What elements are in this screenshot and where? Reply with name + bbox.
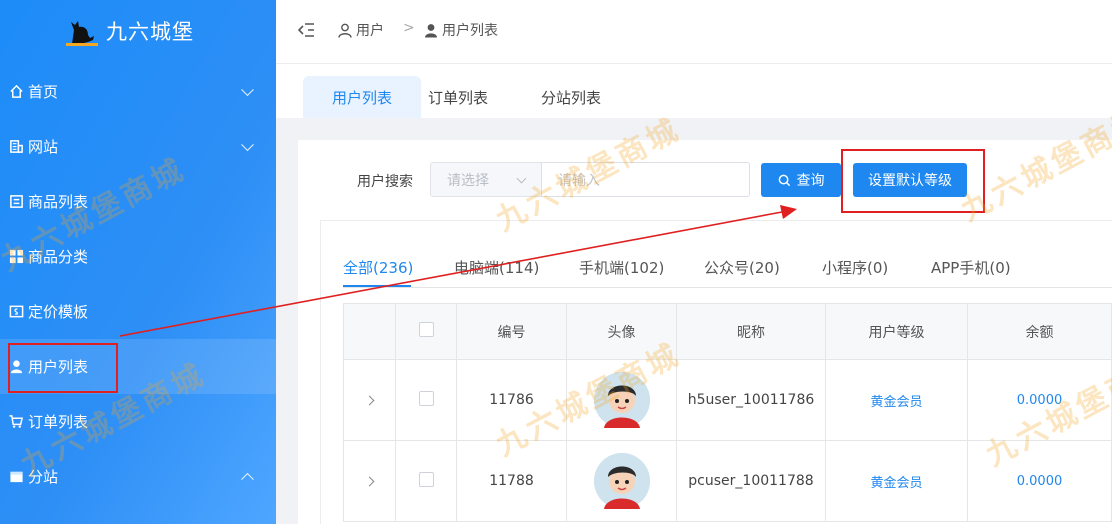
tab-bar: 用户列表 订单列表 分站列表 <box>276 64 1112 118</box>
cart-icon <box>7 413 25 431</box>
input-placeholder: 请输入 <box>558 172 600 189</box>
user-table: 编号 头像 昵称 用户等级 余额 11786 h5user_10011786 黄… <box>343 303 1112 522</box>
table-row: 11786 h5user_10011786 黄金会员 0.0000 <box>343 359 1112 441</box>
search-label: 用户搜索 <box>357 174 413 190</box>
table-row: 11788 pcuser_10011788 黄金会员 0.0000 <box>343 440 1112 522</box>
sidebar-item-label: 订单列表 <box>28 413 89 431</box>
search-type-select[interactable]: 请选择 <box>430 162 542 197</box>
column-id: 编号 <box>456 303 567 360</box>
sidebar-item-pricing-template[interactable]: 定价模板 <box>0 284 276 339</box>
select-placeholder: 请选择 <box>447 172 489 189</box>
sidebar-item-product-category[interactable]: 商品分类 <box>0 229 276 284</box>
grid-icon <box>7 248 25 266</box>
user-list-panel: 全部(236) 电脑端(114) 手机端(102) 公众号(20) 小程序(0)… <box>320 220 1112 524</box>
building-icon <box>7 138 25 156</box>
query-button[interactable]: 查询 <box>761 163 841 197</box>
subtab-mobile[interactable]: 手机端(102) <box>579 257 664 278</box>
user-level-link[interactable]: 黄金会员 <box>870 395 922 410</box>
avatar <box>593 453 650 509</box>
annotation-sidebar-box <box>8 343 118 393</box>
chevron-down-icon <box>241 137 254 151</box>
query-button-label: 查询 <box>796 173 825 189</box>
breadcrumb-root-label: 用户 <box>356 23 384 39</box>
user-nickname: pcuser_10011788 <box>676 440 826 522</box>
user-balance[interactable]: 0.0000 <box>1017 393 1063 408</box>
column-level: 用户等级 <box>825 303 968 360</box>
user-nickname: h5user_10011786 <box>676 359 826 441</box>
tab-user-list[interactable]: 用户列表 <box>303 76 421 118</box>
top-bar: 用户 > 用户列表 <box>276 0 1112 64</box>
subtab-all[interactable]: 全部(236) <box>343 257 413 278</box>
annotation-highlight-box <box>841 149 985 213</box>
user-level-link[interactable]: 黄金会员 <box>870 476 922 491</box>
expand-row-icon[interactable] <box>364 395 375 406</box>
table-header-row: 编号 头像 昵称 用户等级 余额 <box>343 303 1112 360</box>
sidebar-item-label: 首页 <box>28 83 59 101</box>
breadcrumb-current: 用户列表 <box>424 20 498 40</box>
app-logo[interactable]: 九六城堡 <box>66 14 194 48</box>
sidebar-item-product-list[interactable]: 商品列表 <box>0 174 276 229</box>
sidebar-item-label: 网站 <box>28 138 59 156</box>
sidebar-item-label: 分站 <box>28 468 59 486</box>
collapse-menu-icon[interactable] <box>297 22 316 38</box>
chevron-up-icon <box>241 472 254 486</box>
sidebar-item-order-list[interactable]: 订单列表 <box>0 394 276 449</box>
sidebar-item-home[interactable]: 首页 <box>0 64 276 119</box>
subtab-mini-program[interactable]: 小程序(0) <box>822 257 888 278</box>
list-icon <box>7 193 25 211</box>
sidebar: 九六城堡 首页 网站 商品列表 商品分类 定价模板 用户列表 订单列表 分站 <box>0 0 276 524</box>
price-tag-icon <box>7 303 25 321</box>
home-icon <box>7 83 25 101</box>
user-balance[interactable]: 0.0000 <box>1017 474 1063 489</box>
select-all-checkbox[interactable] <box>418 322 434 337</box>
breadcrumb-separator: > <box>403 20 415 36</box>
row-checkbox[interactable] <box>418 471 434 487</box>
user-id: 11788 <box>456 440 567 522</box>
subtab-active-indicator <box>343 285 411 287</box>
subtab-pc[interactable]: 电脑端(114) <box>454 257 539 278</box>
sidebar-item-website[interactable]: 网站 <box>0 119 276 174</box>
sidebar-item-label: 定价模板 <box>28 303 89 321</box>
tab-substation-list[interactable]: 分站列表 <box>529 76 613 118</box>
app-title: 九六城堡 <box>106 20 194 44</box>
column-nickname: 昵称 <box>676 303 826 360</box>
tab-order-list[interactable]: 订单列表 <box>416 76 500 118</box>
expand-row-icon[interactable] <box>364 476 375 487</box>
breadcrumb-root[interactable]: 用户 <box>338 20 384 40</box>
user-id: 11786 <box>456 359 567 441</box>
subtab-divider <box>343 287 1112 288</box>
sidebar-item-label: 商品列表 <box>28 193 89 211</box>
user-filled-icon <box>424 23 438 38</box>
cat-logo-icon <box>66 16 98 46</box>
column-balance: 余额 <box>967 303 1112 360</box>
user-outline-icon <box>338 23 352 38</box>
subtab-official-account[interactable]: 公众号(20) <box>704 257 780 278</box>
sidebar-item-label: 商品分类 <box>28 248 89 266</box>
column-expand <box>343 303 396 360</box>
search-icon <box>778 174 791 187</box>
column-avatar: 头像 <box>566 303 677 360</box>
store-icon <box>7 468 25 486</box>
subtab-app[interactable]: APP手机(0) <box>931 257 1011 278</box>
row-checkbox[interactable] <box>418 390 434 406</box>
search-input[interactable]: 请输入 <box>541 162 750 197</box>
chevron-down-icon <box>516 173 527 184</box>
chevron-down-icon <box>241 82 254 96</box>
avatar <box>593 372 650 428</box>
sidebar-item-substation[interactable]: 分站 <box>0 449 276 504</box>
column-select <box>395 303 457 360</box>
main-content: 用户搜索 请选择 请输入 查询 设置默认等级 全部(236) 电脑端(114) … <box>298 140 1112 524</box>
breadcrumb-current-label: 用户列表 <box>442 23 498 39</box>
